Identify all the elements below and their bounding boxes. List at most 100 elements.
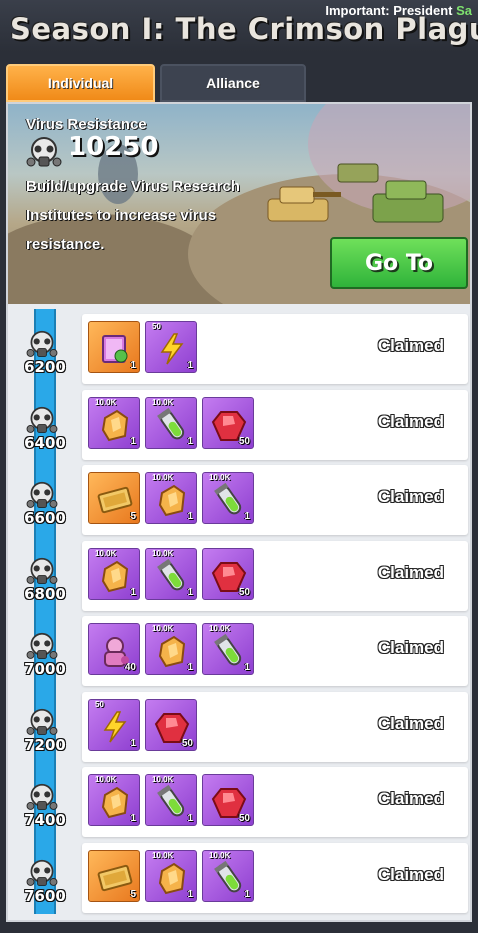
reward-item[interactable]: 10.0K 1	[88, 547, 140, 600]
gas-mask-icon	[26, 632, 58, 662]
tank-illustration	[267, 163, 444, 223]
tier-threshold: 7200	[24, 735, 66, 754]
reward-item[interactable]: 10.0K 1	[145, 396, 197, 449]
reward-item[interactable]: 50	[145, 698, 197, 751]
reward-badge: 50	[95, 699, 104, 709]
tier-threshold: 6600	[24, 509, 66, 527]
gas-mask-icon	[26, 137, 62, 167]
tier-card: 10.0K 1 10.0K 1 50 Claimed	[82, 389, 468, 460]
tier-card: 5 10.0K 1 10.0K 1 Claimed	[82, 842, 468, 913]
reward-badge: 10.0K	[152, 473, 174, 482]
reward-quantity: 1	[187, 435, 193, 447]
reward-badge: 10.0K	[152, 850, 174, 860]
reward-item[interactable]: 50 1	[88, 698, 140, 751]
reward-badge: 10.0K	[209, 473, 231, 482]
reward-badge: 10.0K	[95, 548, 117, 558]
reward-quantity: 1	[130, 360, 136, 371]
reward-badge: 10.0K	[209, 624, 231, 633]
reward-item[interactable]: 10.0K 1	[88, 774, 140, 826]
reward-tier: 6200 1 50 1 Claimed	[8, 314, 470, 384]
claimed-status: Claimed	[377, 864, 444, 884]
tab-alliance[interactable]: Alliance	[160, 64, 306, 102]
reward-quantity: 50	[238, 813, 250, 824]
reward-quantity: 1	[130, 737, 136, 749]
reward-quantity: 50	[181, 737, 193, 749]
tier-threshold: 7400	[24, 811, 66, 829]
reward-quantity: 1	[244, 511, 250, 522]
reward-quantity: 1	[187, 662, 193, 673]
claimed-status: Claimed	[377, 562, 444, 582]
reward-item[interactable]: 10.0K 1	[202, 849, 254, 902]
reward-badge: 10.0K	[152, 775, 174, 784]
reward-item[interactable]: 10.0K 1	[202, 623, 254, 675]
reward-item[interactable]: 10.0K 1	[145, 472, 197, 524]
reward-quantity: 50	[238, 586, 250, 598]
claimed-status: Claimed	[377, 638, 444, 657]
reward-badge: 10.0K	[152, 624, 174, 633]
reward-item[interactable]: 10.0K 1	[145, 774, 197, 826]
reward-quantity: 1	[187, 511, 193, 522]
go-to-button[interactable]: Go To	[330, 237, 468, 289]
resistance-label: Virus Resistance	[26, 116, 147, 133]
tier-card: 10.0K 1 10.0K 1 50 Claimed	[82, 767, 468, 837]
resistance-value: 10250	[68, 132, 159, 162]
reward-tier: 7400 10.0K 1 10.0K 1 50 Claimed	[8, 767, 470, 837]
title-bar: Important: President Sa Season I: The Cr…	[0, 0, 478, 52]
tier-card: 10.0K 1 10.0K 1 50 Claimed	[82, 540, 468, 611]
reward-tier: 7200 50 1 50 Claimed	[8, 691, 470, 762]
banner-description: Build/upgrade Virus Research Institutes …	[26, 178, 240, 253]
gas-mask-icon	[26, 406, 58, 436]
reward-quantity: 1	[130, 435, 136, 447]
reward-item[interactable]: 40	[88, 623, 140, 675]
reward-item[interactable]: 50	[202, 396, 254, 449]
reward-item[interactable]: 10.0K 1	[145, 547, 197, 600]
tier-threshold: 6200	[24, 358, 66, 376]
reward-item[interactable]: 5	[88, 849, 140, 902]
reward-tier: 6800 10.0K 1 10.0K 1 50 Claimed	[8, 540, 470, 611]
reward-quantity: 1	[187, 813, 193, 824]
reward-quantity: 1	[187, 888, 193, 900]
event-banner: Virus Resistance 10250 Build/upgrade Vir…	[8, 104, 470, 304]
reward-item[interactable]: 10.0K 1	[88, 396, 140, 449]
reward-badge: 50	[152, 322, 161, 331]
tier-threshold: 7000	[24, 660, 66, 678]
claimed-status: Claimed	[377, 487, 444, 506]
reward-quantity: 5	[130, 888, 136, 900]
reward-badge: 10.0K	[152, 397, 174, 407]
season-title: Season I: The Crimson Plague	[10, 12, 478, 46]
reward-badge: 10.0K	[95, 775, 117, 784]
reward-tier: 7600 5 10.0K 1 10.0K 1 Claimed	[8, 842, 470, 913]
reward-item[interactable]: 10.0K 1	[202, 472, 254, 524]
gas-mask-icon	[26, 330, 58, 360]
reward-item[interactable]: 50	[202, 774, 254, 826]
claimed-status: Claimed	[377, 411, 444, 431]
reward-item[interactable]: 10.0K 1	[145, 849, 197, 902]
gas-mask-icon	[26, 859, 58, 889]
reward-quantity: 1	[130, 813, 136, 824]
gas-mask-icon	[26, 557, 58, 587]
claimed-status: Claimed	[377, 713, 444, 733]
reward-quantity: 40	[124, 662, 136, 673]
tab-individual[interactable]: Individual	[6, 64, 155, 102]
claimed-status: Claimed	[377, 789, 444, 808]
reward-item[interactable]: 10.0K 1	[145, 623, 197, 675]
rewards-panel: Virus Resistance 10250 Build/upgrade Vir…	[6, 102, 472, 922]
reward-quantity: 50	[238, 435, 250, 447]
reward-tier: 6600 5 10.0K 1 10.0K 1 Claimed	[8, 465, 470, 535]
tier-card: 40 10.0K 1 10.0K 1 Claimed	[82, 616, 468, 686]
reward-quantity: 1	[244, 888, 250, 900]
reward-item[interactable]: 1	[88, 321, 140, 373]
tier-threshold: 6400	[24, 433, 66, 452]
tab-bar: Individual Alliance	[6, 64, 472, 102]
reward-quantity: 5	[130, 511, 136, 522]
gas-mask-icon	[26, 783, 58, 813]
reward-tier: 7000 40 10.0K 1 10.0K 1 Claimed	[8, 616, 470, 686]
claimed-status: Claimed	[377, 336, 444, 355]
tier-threshold: 7600	[24, 886, 66, 905]
reward-badge: 10.0K	[95, 397, 117, 407]
reward-badge: 10.0K	[209, 850, 231, 860]
reward-item[interactable]: 5	[88, 472, 140, 524]
reward-item[interactable]: 50 1	[145, 321, 197, 373]
reward-item[interactable]: 50	[202, 547, 254, 600]
reward-quantity: 1	[187, 360, 193, 371]
